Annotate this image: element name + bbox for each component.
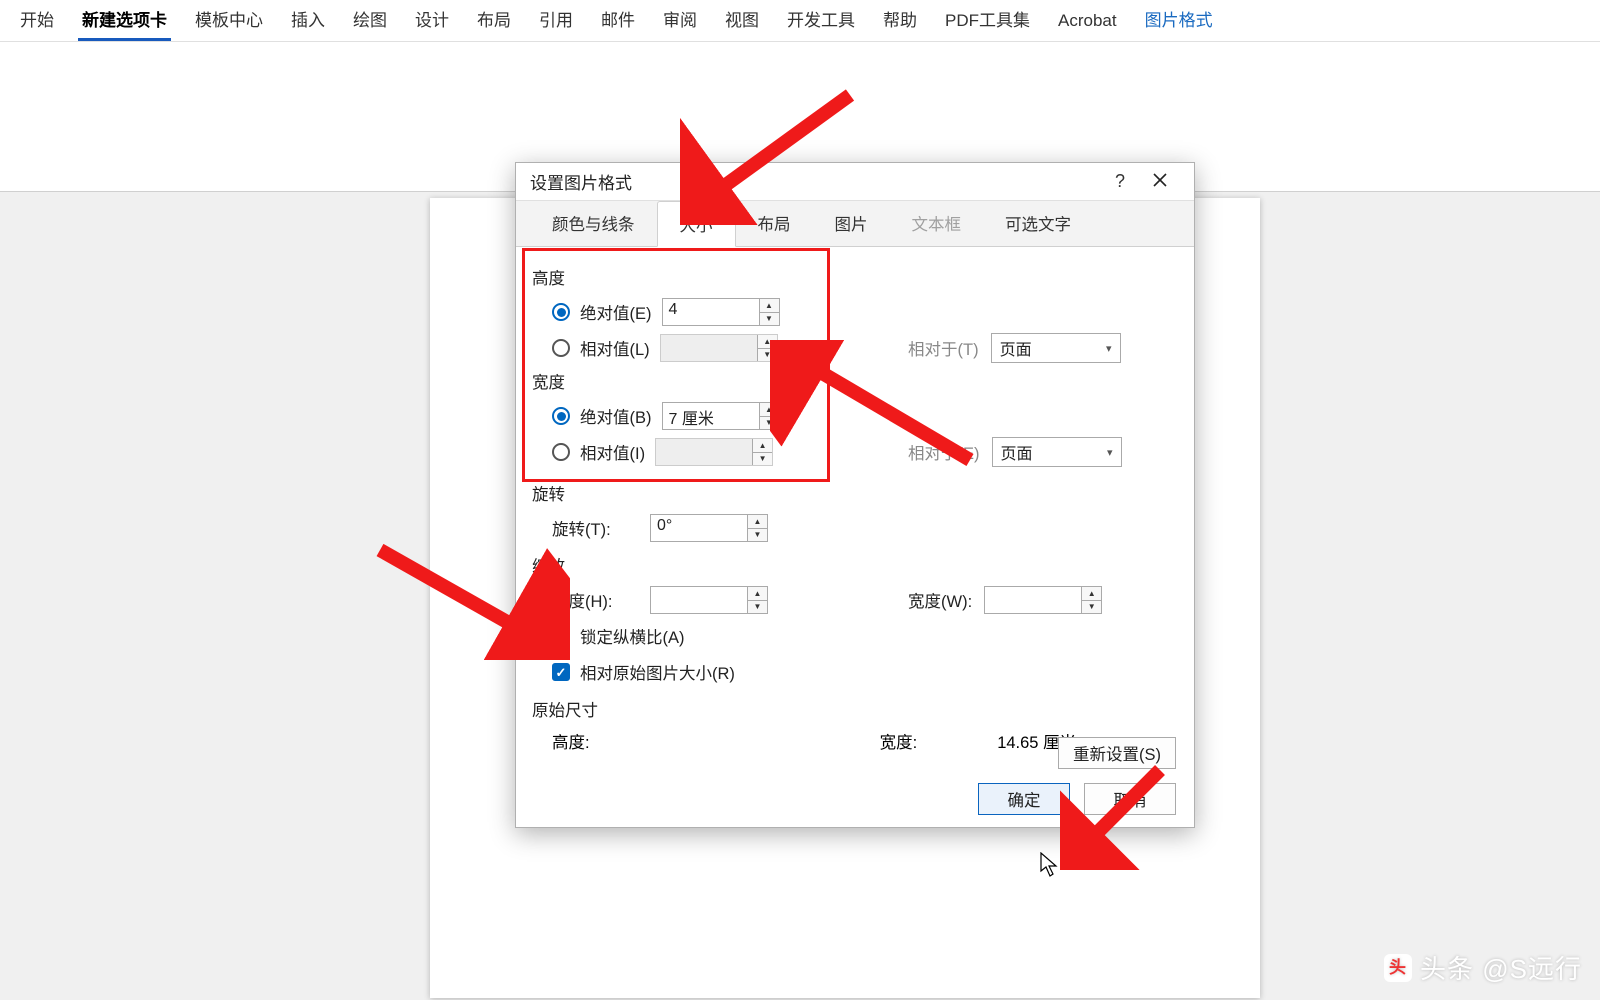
tab-size[interactable]: 大小	[657, 201, 736, 247]
label-relative-to-e: 相对于(E)	[908, 440, 980, 464]
ok-button[interactable]: 确定	[978, 783, 1070, 815]
group-height: 高度	[532, 265, 1178, 289]
label-original-height: 高度:	[552, 729, 590, 753]
checkbox-relative-original[interactable]	[552, 663, 570, 681]
ribbon-tab[interactable]: 插入	[277, 0, 339, 41]
dialog-tabs: 颜色与线条 大小 布局 图片 文本框 可选文字	[516, 201, 1194, 247]
ribbon-tab[interactable]: 邮件	[587, 0, 649, 41]
label-relative-to-t: 相对于(T)	[908, 336, 979, 360]
spinner-up-icon[interactable]: ▲	[760, 299, 779, 313]
spinner-height-absolute[interactable]: 4 ▲▼	[662, 298, 780, 326]
chevron-down-icon: ▾	[1106, 342, 1112, 355]
label-lock-aspect: 锁定纵横比(A)	[580, 624, 685, 648]
ribbon-tab[interactable]: 绘图	[339, 0, 401, 41]
tab-alt-text[interactable]: 可选文字	[983, 201, 1093, 246]
label-original-width: 宽度:	[880, 729, 918, 753]
spinner-rotation[interactable]: 0° ▲▼	[650, 514, 768, 542]
tab-layout[interactable]: 布局	[736, 201, 813, 246]
spinner-width-absolute[interactable]: 7 厘米 ▲▼	[662, 402, 780, 430]
ribbon-tab[interactable]: 设计	[401, 0, 463, 41]
radio-height-relative[interactable]	[552, 339, 570, 357]
watermark-logo-icon: 头	[1384, 954, 1412, 982]
dialog-title: 设置图片格式	[530, 169, 1100, 194]
label-rotation: 旋转(T):	[552, 516, 640, 540]
label-height-absolute: 绝对值(E)	[580, 300, 652, 324]
ribbon-tab[interactable]: 开始	[6, 0, 68, 41]
group-original-size: 原始尺寸	[532, 697, 1178, 721]
ribbon-tab[interactable]: PDF工具集	[931, 0, 1044, 41]
dialog-body: 高度 绝对值(E) 4 ▲▼ 相对值(L) ▲▼ 相对于(T) 页面▾	[516, 247, 1194, 827]
ribbon-tab[interactable]: 引用	[525, 0, 587, 41]
spinner-scale-width[interactable]: ▲▼	[984, 586, 1102, 614]
checkbox-lock-aspect[interactable]	[552, 627, 570, 645]
select-width-relative-to: 页面▾	[992, 437, 1122, 467]
spinner-height-relative: ▲▼	[660, 334, 778, 362]
ribbon-tab[interactable]: 帮助	[869, 0, 931, 41]
label-width-absolute: 绝对值(B)	[580, 404, 652, 428]
chevron-down-icon: ▾	[1107, 446, 1113, 459]
tab-picture[interactable]: 图片	[813, 201, 890, 246]
radio-width-relative[interactable]	[552, 443, 570, 461]
reset-button[interactable]: 重新设置(S)	[1058, 737, 1176, 769]
group-scale: 缩放	[532, 553, 1178, 577]
label-scale-width: 宽度(W):	[908, 588, 972, 612]
ribbon-tab[interactable]: 开发工具	[773, 0, 869, 41]
spinner-scale-height[interactable]: ▲▼	[650, 586, 768, 614]
group-width: 宽度	[532, 369, 1178, 393]
label-relative-original: 相对原始图片大小(R)	[580, 660, 735, 684]
ribbon-tab[interactable]: 视图	[711, 0, 773, 41]
ribbon-tab[interactable]: Acrobat	[1044, 3, 1131, 41]
spinner-down-icon[interactable]: ▼	[760, 313, 779, 326]
ribbon-tab[interactable]: 审阅	[649, 0, 711, 41]
group-rotation: 旋转	[532, 481, 1178, 505]
cancel-button[interactable]: 取消	[1084, 783, 1176, 815]
dialog-close-button[interactable]	[1140, 171, 1180, 192]
ribbon-tab[interactable]: 新建选项卡	[68, 0, 181, 41]
select-height-relative-to: 页面▾	[991, 333, 1121, 363]
watermark: 头 头条 @S远行	[1384, 949, 1582, 986]
radio-height-absolute[interactable]	[552, 303, 570, 321]
label-scale-height: 高度(H):	[552, 588, 640, 612]
spinner-width-relative: ▲▼	[655, 438, 773, 466]
label-width-relative: 相对值(I)	[580, 440, 645, 464]
label-height-relative: 相对值(L)	[580, 336, 650, 360]
ribbon: 开始新建选项卡模板中心插入绘图设计布局引用邮件审阅视图开发工具帮助PDF工具集A…	[0, 0, 1600, 42]
dialog-titlebar: 设置图片格式 ?	[516, 163, 1194, 201]
ribbon-tab[interactable]: 模板中心	[181, 0, 277, 41]
ribbon-tab[interactable]: 图片格式	[1131, 0, 1227, 41]
tab-colors-lines[interactable]: 颜色与线条	[530, 201, 657, 246]
tab-textbox: 文本框	[890, 201, 984, 246]
radio-width-absolute[interactable]	[552, 407, 570, 425]
ribbon-tab[interactable]: 布局	[463, 0, 525, 41]
format-picture-dialog: 设置图片格式 ? 颜色与线条 大小 布局 图片 文本框 可选文字 高度 绝对值(…	[515, 162, 1195, 828]
dialog-help-button[interactable]: ?	[1100, 171, 1140, 192]
